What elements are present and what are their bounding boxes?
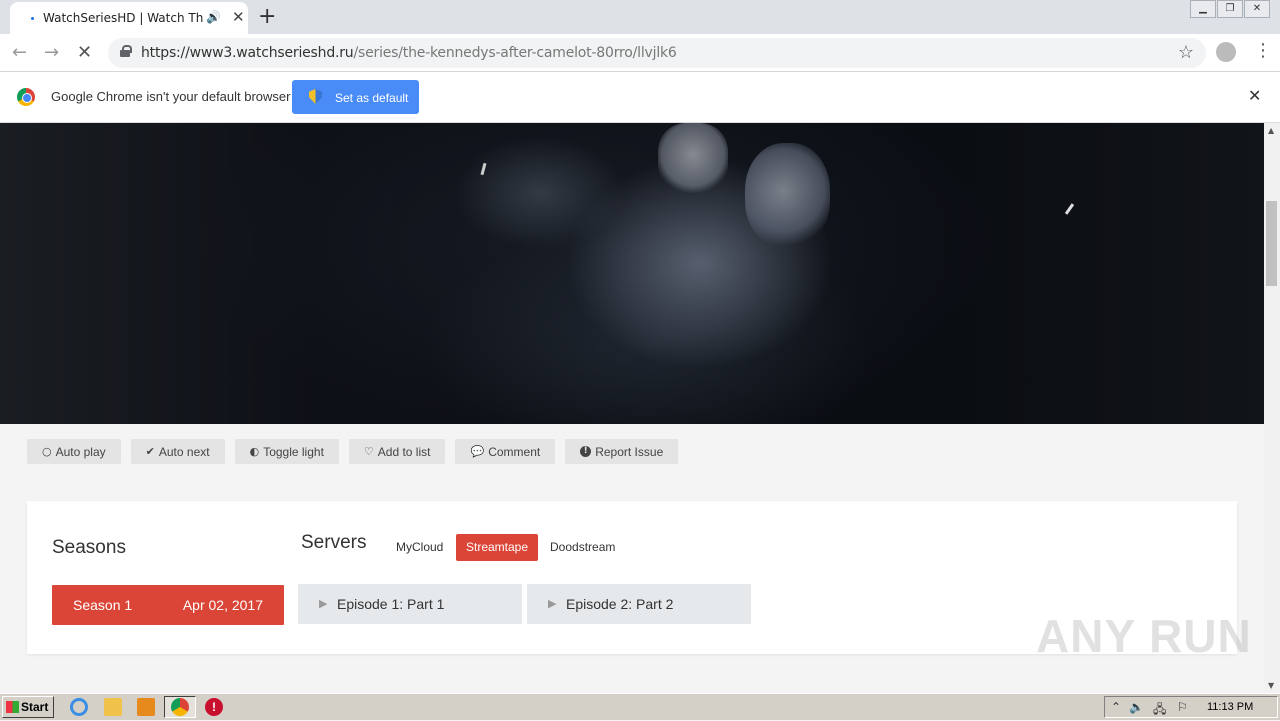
browser-toolbar: ← → ✕ https://www3.watchserieshd.ru/seri… — [0, 34, 1280, 72]
minimize-window-button[interactable]: ▁ — [1190, 0, 1216, 18]
anyrun-watermark: ANY RUN — [1036, 610, 1252, 662]
comment-label: Comment — [488, 444, 541, 459]
browser-tab[interactable]: WatchSeriesHD | Watch The Kennedys After… — [10, 2, 248, 34]
server-doodstream[interactable]: Doodstream — [540, 534, 625, 561]
close-tab-icon[interactable]: ✕ — [232, 8, 245, 26]
close-window-button[interactable]: ✕ — [1244, 0, 1270, 18]
folder-icon[interactable] — [104, 698, 122, 716]
season-1-button[interactable]: Season 1 Apr 02, 2017 — [52, 585, 284, 625]
page-content: ○ Auto play ✔ Auto next ◐ Toggle light ♡… — [0, 123, 1264, 693]
player-controls: ○ Auto play ✔ Auto next ◐ Toggle light ♡… — [27, 439, 679, 464]
episode-2-button[interactable]: ▶ Episode 2: Part 2 — [527, 584, 751, 624]
auto-next-button[interactable]: ✔ Auto next — [130, 439, 225, 464]
report-issue-button[interactable]: ! Report Issue — [565, 439, 679, 464]
back-icon[interactable]: ← — [12, 42, 27, 63]
network-icon[interactable]: 🖧 — [1153, 700, 1166, 721]
stop-sign-icon[interactable]: ! — [205, 698, 223, 716]
circle-icon: ○ — [42, 445, 52, 458]
episode-label: Episode 1: Part 1 — [337, 596, 445, 612]
start-label: Start — [21, 700, 49, 714]
menu-dots-icon[interactable]: ⋮ — [1254, 40, 1272, 61]
restore-window-button[interactable]: ❐ — [1217, 0, 1243, 18]
clock[interactable]: 11:13 PM — [1207, 701, 1253, 713]
add-to-list-label: Add to list — [377, 444, 431, 459]
video-figure — [745, 143, 830, 248]
tray-expand-icon[interactable]: ⌃ — [1111, 700, 1121, 714]
heart-icon: ♡ — [363, 445, 374, 458]
scroll-up-icon[interactable]: ▲ — [1268, 126, 1274, 135]
stop-loading-icon[interactable]: ✕ — [77, 42, 92, 63]
comment-button[interactable]: 💬 Comment — [455, 439, 556, 464]
seasons-heading: Seasons — [52, 537, 126, 558]
episode-label: Episode 2: Part 2 — [566, 596, 674, 612]
add-to-list-button[interactable]: ♡ Add to list — [348, 439, 446, 464]
media-player-icon[interactable] — [137, 698, 155, 716]
comment-icon: 💬 — [470, 445, 485, 458]
episode-1-button[interactable]: ▶ Episode 1: Part 1 — [298, 584, 522, 624]
chrome-logo-icon — [17, 88, 35, 106]
shield-icon — [309, 89, 322, 104]
scroll-thumb[interactable] — [1266, 201, 1277, 286]
system-tray: ⌃ 🔈 🖧 ⚐ 11:13 PM — [1104, 696, 1278, 718]
start-button[interactable]: Start — [2, 696, 54, 718]
season-date: Apr 02, 2017 — [182, 597, 263, 613]
default-browser-infobar: Google Chrome isn't your default browser… — [0, 72, 1280, 123]
alert-icon: ! — [580, 446, 592, 457]
play-icon: ▶ — [319, 597, 328, 610]
play-icon: ▶ — [548, 597, 557, 610]
address-bar[interactable]: https://www3.watchserieshd.ru/series/the… — [108, 38, 1206, 68]
loading-indicator-icon — [31, 17, 34, 20]
season-name: Season 1 — [73, 597, 133, 613]
volume-icon[interactable]: 🔈 — [1129, 700, 1144, 714]
server-mycloud[interactable]: MyCloud — [386, 534, 453, 561]
set-as-default-button[interactable]: Set as default — [292, 80, 419, 114]
page-scrollbar[interactable]: ▲ ▼ — [1264, 123, 1280, 693]
auto-next-label: Auto next — [158, 444, 210, 459]
new-tab-icon[interactable]: + — [258, 4, 276, 29]
window-controls: ▁ ❐ ✕ — [1189, 0, 1270, 18]
windows-logo-icon — [6, 701, 19, 713]
toggle-light-label: Toggle light — [263, 444, 324, 459]
half-circle-icon: ◐ — [249, 445, 260, 458]
lock-icon[interactable] — [120, 45, 132, 57]
video-frame — [0, 123, 1264, 424]
report-issue-label: Report Issue — [595, 444, 664, 459]
tab-title: WatchSeriesHD | Watch The Kennedys After… — [43, 11, 203, 25]
audio-playing-icon[interactable]: 🔊 — [206, 10, 221, 24]
close-infobar-icon[interactable]: ✕ — [1248, 86, 1261, 105]
server-streamtape[interactable]: Streamtape — [456, 534, 539, 561]
bookmark-star-icon[interactable]: ☆ — [1178, 42, 1194, 63]
profile-avatar-icon[interactable] — [1216, 42, 1236, 62]
internet-explorer-icon[interactable] — [70, 698, 88, 716]
chrome-icon[interactable] — [171, 698, 189, 716]
toggle-light-button[interactable]: ◐ Toggle light — [234, 439, 339, 464]
set-as-default-label: Set as default — [335, 91, 409, 105]
scroll-down-icon[interactable]: ▼ — [1268, 681, 1274, 690]
auto-play-label: Auto play — [55, 444, 106, 459]
video-player[interactable] — [0, 123, 1264, 424]
servers-heading: Servers — [301, 532, 367, 553]
auto-play-button[interactable]: ○ Auto play — [27, 439, 121, 464]
check-circle-icon: ✔ — [145, 445, 155, 458]
url-text[interactable]: https://www3.watchserieshd.ru/series/the… — [141, 45, 677, 61]
infobar-message: Google Chrome isn't your default browser — [51, 89, 291, 104]
forward-icon[interactable]: → — [44, 42, 59, 63]
flag-icon[interactable]: ⚐ — [1177, 700, 1188, 714]
video-figure — [658, 123, 728, 193]
windows-taskbar: Start ! ⌃ 🔈 🖧 ⚐ 11:13 PM — [0, 693, 1280, 720]
tab-strip: WatchSeriesHD | Watch The Kennedys After… — [0, 0, 1280, 34]
